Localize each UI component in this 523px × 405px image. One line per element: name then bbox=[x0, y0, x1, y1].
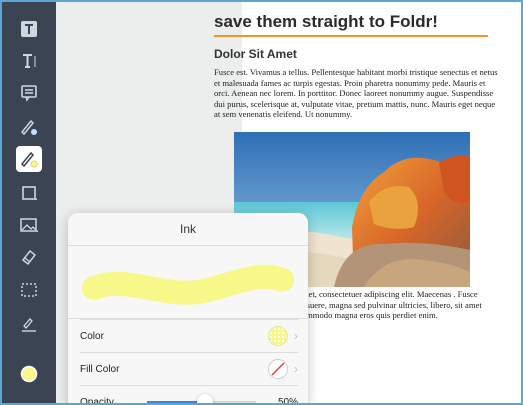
document-paragraph: Fusce est. Vivamus a tellus. Pellentesqu… bbox=[214, 67, 498, 120]
highlighter-tool[interactable] bbox=[16, 146, 42, 172]
fill-color-row[interactable]: Fill Color › bbox=[80, 352, 298, 385]
signature-tool[interactable] bbox=[16, 311, 42, 337]
current-color-button[interactable] bbox=[16, 361, 42, 387]
chevron-right-icon: › bbox=[294, 329, 298, 343]
signature-icon bbox=[19, 314, 39, 334]
opacity-label: Opacity bbox=[80, 396, 114, 405]
eraser-icon bbox=[19, 247, 39, 267]
text-box-icon bbox=[20, 20, 38, 38]
shape-tool[interactable] bbox=[16, 180, 42, 206]
popover-title: Ink bbox=[68, 213, 308, 246]
document-content: save them straight to Foldr! Dolor Sit A… bbox=[214, 12, 499, 120]
document-subheading: Dolor Sit Amet bbox=[214, 47, 297, 61]
note-icon bbox=[20, 84, 38, 102]
shape-icon bbox=[19, 183, 39, 203]
color-label: Color bbox=[80, 330, 104, 342]
highlighter-icon bbox=[19, 149, 39, 169]
current-color-icon bbox=[19, 364, 39, 384]
pen-icon bbox=[19, 117, 39, 137]
chevron-right-icon: › bbox=[294, 362, 298, 376]
text-cursor-icon bbox=[20, 52, 38, 70]
opacity-row: Opacity 50% bbox=[80, 385, 299, 405]
tool-sidebar bbox=[2, 2, 56, 403]
image-tool[interactable] bbox=[16, 212, 42, 238]
opacity-value: 50% bbox=[278, 396, 299, 405]
selection-tool[interactable] bbox=[16, 277, 42, 303]
heading-rule bbox=[214, 35, 488, 37]
ink-settings-popover: Ink Color › Fill Color › Opacity 50% bbox=[68, 213, 308, 405]
app-window: save them straight to Foldr! Dolor Sit A… bbox=[0, 0, 523, 405]
eraser-tool[interactable] bbox=[16, 244, 42, 270]
no-fill-icon bbox=[268, 359, 288, 379]
text-box-tool[interactable] bbox=[16, 16, 42, 42]
slider-thumb[interactable] bbox=[196, 394, 213, 403]
note-tool[interactable] bbox=[16, 80, 42, 106]
fill-color-label: Fill Color bbox=[80, 363, 120, 375]
pen-tool[interactable] bbox=[16, 114, 42, 140]
image-icon bbox=[19, 215, 39, 235]
document-heading: save them straight to Foldr! bbox=[214, 12, 438, 31]
color-swatch-icon bbox=[268, 326, 288, 346]
color-row[interactable]: Color › bbox=[80, 319, 298, 352]
text-cursor-tool[interactable] bbox=[16, 48, 42, 74]
document-paragraph-continued: amet, consectetuer adipiscing elit. Maec… bbox=[298, 289, 482, 321]
opacity-slider[interactable] bbox=[147, 393, 257, 403]
ink-stroke-preview bbox=[68, 246, 308, 319]
selection-icon bbox=[19, 280, 39, 300]
